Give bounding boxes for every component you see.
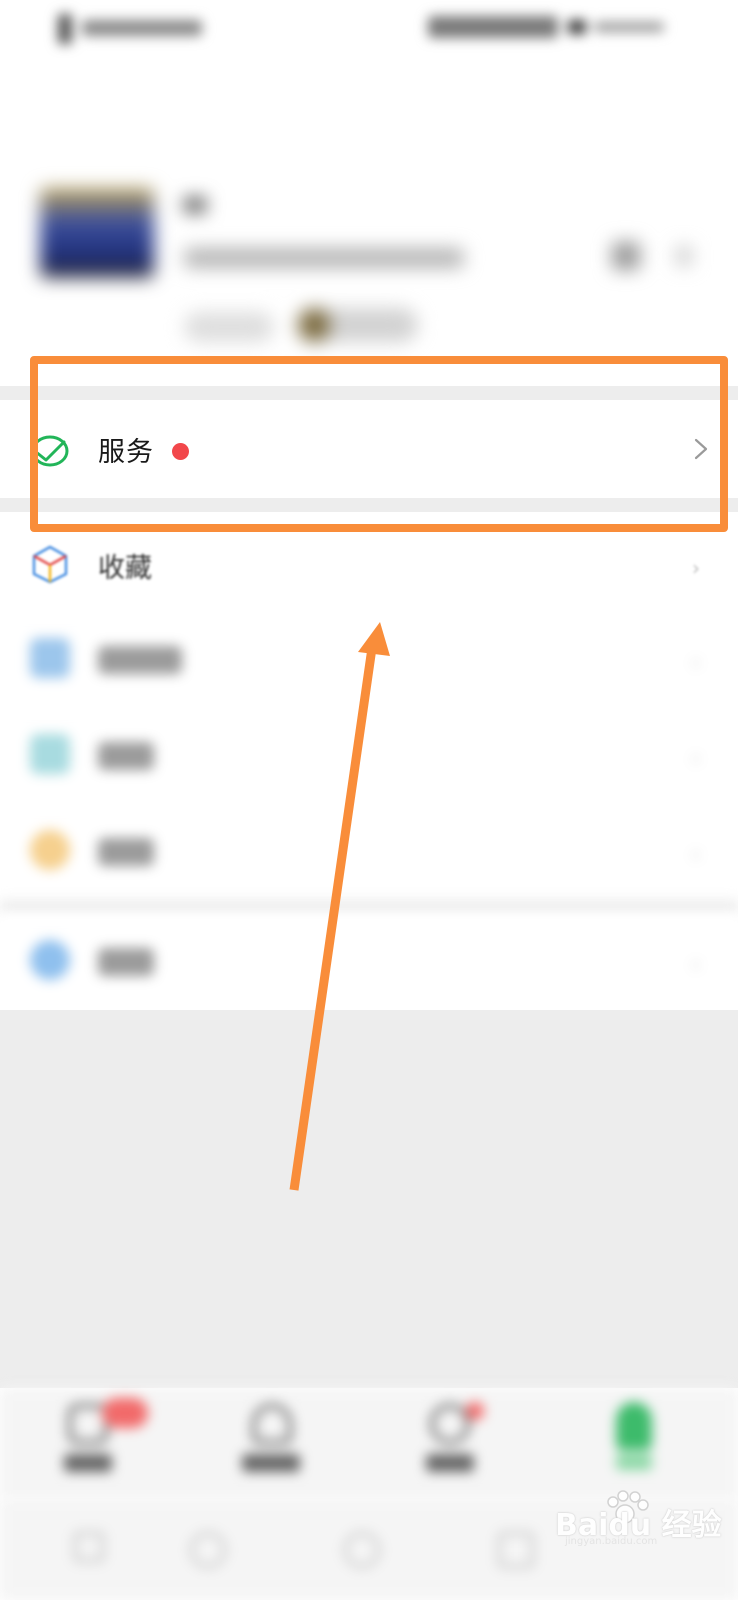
tab-chats[interactable] xyxy=(42,1398,148,1478)
me-icon[interactable] xyxy=(616,1402,652,1450)
profile-name xyxy=(184,198,206,212)
friends-status-button[interactable] xyxy=(298,308,418,342)
tab-label xyxy=(242,1454,300,1472)
watermark-url: jingyan.baidu.com xyxy=(565,1536,658,1547)
notification-dot xyxy=(466,1402,484,1420)
carrier-signal xyxy=(58,14,208,44)
home-icon[interactable] xyxy=(344,1532,380,1568)
status-button[interactable] xyxy=(184,312,274,342)
profile-id xyxy=(184,248,464,268)
annotation-highlight-box xyxy=(30,356,728,532)
chevron-right-icon: › xyxy=(692,650,700,674)
menu-item-label: 收藏 xyxy=(98,553,152,584)
discover-icon xyxy=(430,1404,470,1444)
unread-badge xyxy=(102,1398,148,1428)
baidu-jingyan-watermark: Baidu 经验 jingyan.baidu.com xyxy=(555,1490,735,1548)
stickers-icon xyxy=(30,830,70,870)
menu-item-moments[interactable]: › xyxy=(0,612,738,708)
profile-header[interactable] xyxy=(0,150,738,370)
menu-item-label xyxy=(98,742,154,770)
cards-icon xyxy=(30,734,70,774)
back-icon[interactable] xyxy=(190,1532,226,1568)
menu-item-label xyxy=(98,646,182,674)
tab-label xyxy=(426,1454,474,1472)
chevron-right-icon[interactable] xyxy=(676,246,692,266)
chevron-right-icon: › xyxy=(692,952,700,976)
menu-icon[interactable] xyxy=(74,1532,104,1562)
menu-item-stickers[interactable]: › xyxy=(0,804,738,900)
favorites-cube-icon xyxy=(32,545,68,584)
chevron-right-icon: › xyxy=(692,842,700,866)
menu-item-settings[interactable]: › xyxy=(0,914,738,1010)
section-divider xyxy=(0,900,738,914)
bottom-nav xyxy=(0,1388,738,1498)
status-icons xyxy=(428,16,668,38)
menu-item-label xyxy=(98,838,154,866)
status-bar xyxy=(0,0,738,60)
avatar[interactable] xyxy=(40,188,154,278)
tab-label xyxy=(64,1454,112,1472)
menu-item-cards[interactable]: › xyxy=(0,708,738,804)
menu-item-favorites[interactable]: 收藏 › xyxy=(0,518,738,614)
contacts-icon xyxy=(252,1404,292,1444)
moments-icon xyxy=(30,638,70,678)
chevron-right-icon: › xyxy=(692,746,700,770)
menu-item-label xyxy=(98,948,154,976)
tab-label xyxy=(616,1454,652,1470)
tab-contacts[interactable] xyxy=(226,1398,316,1478)
chevron-right-icon: › xyxy=(692,556,700,580)
empty-area xyxy=(0,1010,738,1388)
qr-code-icon[interactable] xyxy=(612,242,640,270)
settings-icon xyxy=(30,940,70,980)
recents-icon[interactable] xyxy=(498,1532,534,1568)
tab-discover[interactable] xyxy=(404,1398,494,1478)
